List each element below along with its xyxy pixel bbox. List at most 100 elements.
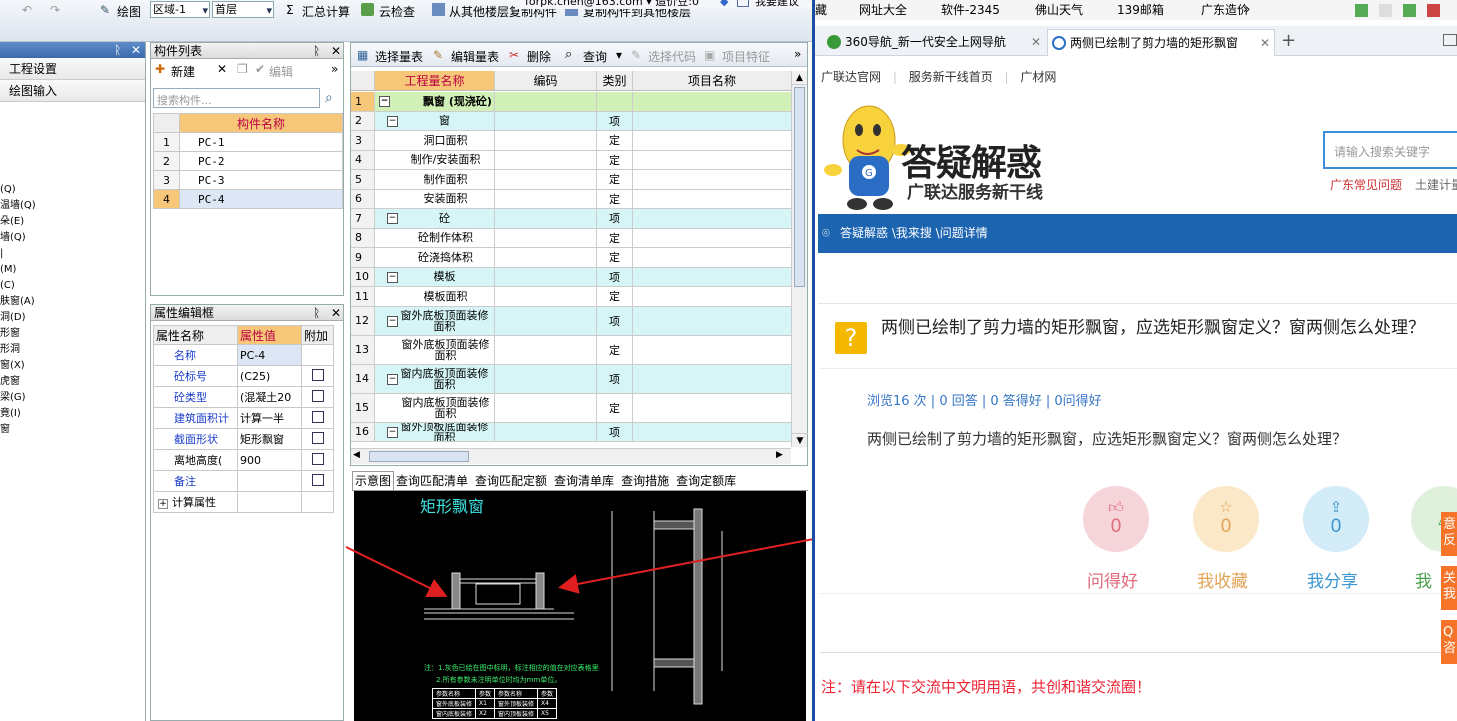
tree-item[interactable]: 形洞: [0, 342, 146, 358]
site-link[interactable]: 广联达官网: [821, 70, 881, 84]
property-row[interactable]: 离地高度(900: [153, 449, 334, 471]
quantity-row[interactable]: 15 窗内底板顶面装修面积 定: [351, 393, 791, 423]
quantity-code[interactable]: [495, 209, 597, 228]
tab-list-icon[interactable]: [1443, 34, 1457, 46]
quantity-row[interactable]: 3 洞口面积 定: [351, 131, 791, 151]
new-button[interactable]: 新建: [171, 63, 195, 80]
component-row[interactable]: 4 PC-4: [153, 189, 343, 209]
side-tab[interactable]: 意反: [1441, 512, 1457, 556]
property-row[interactable]: 截面形状 矩形飘窗: [153, 428, 334, 450]
property-row[interactable]: 砼类型 (混凝土20: [153, 386, 334, 408]
new-tab-icon[interactable]: +: [1281, 30, 1296, 51]
quantity-row[interactable]: 13 窗外底板顶面装修面积 定: [351, 335, 791, 365]
tree-item[interactable]: 朵(E): [0, 214, 146, 230]
delete-icon[interactable]: ✕: [217, 62, 227, 76]
close-icon[interactable]: ✕: [331, 43, 341, 59]
property-value[interactable]: (混凝土20: [237, 386, 302, 408]
quantity-item-name[interactable]: [633, 336, 791, 364]
component-name[interactable]: PC-1: [179, 132, 343, 152]
edit-table-button[interactable]: 编辑量表: [451, 48, 499, 65]
hot-link-2[interactable]: 土建计量: [1415, 176, 1457, 193]
extra-checkbox[interactable]: [311, 389, 324, 402]
select-table-button[interactable]: 选择量表: [375, 48, 423, 65]
tree-item[interactable]: 梁(G): [0, 390, 146, 406]
browser-tab-2[interactable]: 两侧已绘制了剪力墙的矩形飘窗 ✕: [1047, 29, 1275, 56]
quantity-item-name[interactable]: [633, 248, 791, 267]
action-1-button[interactable]: ☆ 0: [1193, 486, 1259, 552]
quantity-item-name[interactable]: [633, 131, 791, 150]
extra-checkbox[interactable]: [311, 431, 324, 444]
property-value[interactable]: PC-4: [237, 344, 302, 366]
toolbar-icon[interactable]: [1355, 4, 1368, 17]
site-link[interactable]: 广材网: [1020, 70, 1056, 84]
property-row[interactable]: 备注: [153, 470, 334, 492]
collapse-icon[interactable]: −: [387, 315, 398, 327]
bookmark-item[interactable]: 广东造价: [1201, 1, 1249, 19]
close-icon[interactable]: ✕: [131, 42, 141, 58]
vertical-scrollbar[interactable]: ▲ ▼: [791, 71, 808, 447]
copy-icon[interactable]: ❐: [237, 62, 248, 76]
quantity-code[interactable]: [495, 393, 597, 422]
component-search-input[interactable]: 搜索构件...: [153, 88, 320, 108]
quantity-item-name[interactable]: [633, 229, 791, 248]
more-bookmarks-icon[interactable]: »: [1243, 0, 1250, 18]
floor-select[interactable]: 首层 ▾: [212, 1, 274, 18]
extra-checkbox[interactable]: [311, 473, 324, 486]
more-icon[interactable]: »: [331, 62, 338, 76]
quantity-code[interactable]: [495, 364, 597, 393]
pin-icon[interactable]: ᚱ: [313, 305, 320, 321]
tree-item[interactable]: 形窗: [0, 326, 146, 342]
action-0-button[interactable]: 👍︎ 0: [1083, 486, 1149, 552]
extra-checkbox[interactable]: [311, 410, 324, 423]
property-row[interactable]: 砼标号 (C25): [153, 365, 334, 387]
quantity-item-name[interactable]: [633, 394, 791, 422]
close-icon[interactable]: ✕: [331, 305, 341, 321]
quantity-row[interactable]: 4 制作/安装面积 定: [351, 150, 791, 170]
tree-item[interactable]: 墙(Q): [0, 230, 146, 246]
quantity-item-name[interactable]: [633, 170, 791, 189]
tree-item[interactable]: (M): [0, 262, 146, 278]
feature-button[interactable]: 项目特征: [722, 48, 770, 65]
expand-icon[interactable]: +: [158, 499, 168, 509]
bookmark-item[interactable]: 139邮箱: [1117, 1, 1164, 19]
action-2-button[interactable]: ⇪ 0: [1303, 486, 1369, 552]
quantity-row[interactable]: 2− 窗项: [351, 111, 791, 131]
site-search-input[interactable]: 请输入搜索关键字: [1323, 131, 1457, 169]
quantity-code[interactable]: [495, 150, 597, 169]
quantity-row[interactable]: 9 砼浇捣体积 定: [351, 248, 791, 268]
quantity-code[interactable]: [495, 335, 597, 364]
tree-item[interactable]: 肤窗(A): [0, 294, 146, 310]
collapse-icon[interactable]: −: [387, 426, 398, 438]
query-button[interactable]: 查询: [583, 48, 607, 65]
property-row[interactable]: 建筑面积计 计算一半: [153, 407, 334, 429]
quantity-item-name[interactable]: [633, 209, 791, 228]
component-name[interactable]: PC-3: [179, 170, 343, 190]
toolbar-icon[interactable]: [1427, 4, 1440, 17]
quantity-item-name[interactable]: [633, 365, 791, 393]
component-row[interactable]: 3 PC-3: [153, 170, 343, 190]
nav-item-project-settings[interactable]: 工程设置: [0, 58, 145, 80]
quantity-row[interactable]: 6 安装面积 定: [351, 189, 791, 209]
component-row[interactable]: 2 PC-2: [153, 151, 343, 171]
quantity-item-name[interactable]: [633, 112, 791, 131]
quantity-item-name[interactable]: [633, 190, 791, 209]
property-value[interactable]: 900: [237, 449, 302, 471]
cloud-check-button[interactable]: 云检查: [379, 3, 415, 20]
quantity-row[interactable]: 1− 飘窗 (现浇砼): [351, 92, 791, 112]
pin-icon[interactable]: ᚱ: [114, 42, 121, 58]
scroll-up-icon[interactable]: ▲: [792, 71, 807, 85]
side-tab[interactable]: 关我: [1441, 566, 1457, 610]
quantity-code[interactable]: [495, 248, 597, 267]
quantity-code[interactable]: [495, 422, 597, 441]
suggest-link[interactable]: 我要建议: [755, 0, 799, 9]
close-tab-icon[interactable]: ✕: [1260, 30, 1271, 56]
collapse-icon[interactable]: −: [387, 115, 398, 127]
quantity-item-name[interactable]: [633, 151, 791, 170]
component-row[interactable]: 1 PC-1: [153, 132, 343, 152]
quantity-row[interactable]: 10− 模板 项: [351, 267, 791, 287]
chevron-down-icon[interactable]: ▾: [616, 48, 622, 62]
quantity-code[interactable]: [495, 267, 597, 286]
property-row[interactable]: + 计算属性: [153, 491, 334, 513]
draw-button[interactable]: 绘图: [117, 3, 141, 20]
extra-checkbox[interactable]: [311, 368, 324, 381]
